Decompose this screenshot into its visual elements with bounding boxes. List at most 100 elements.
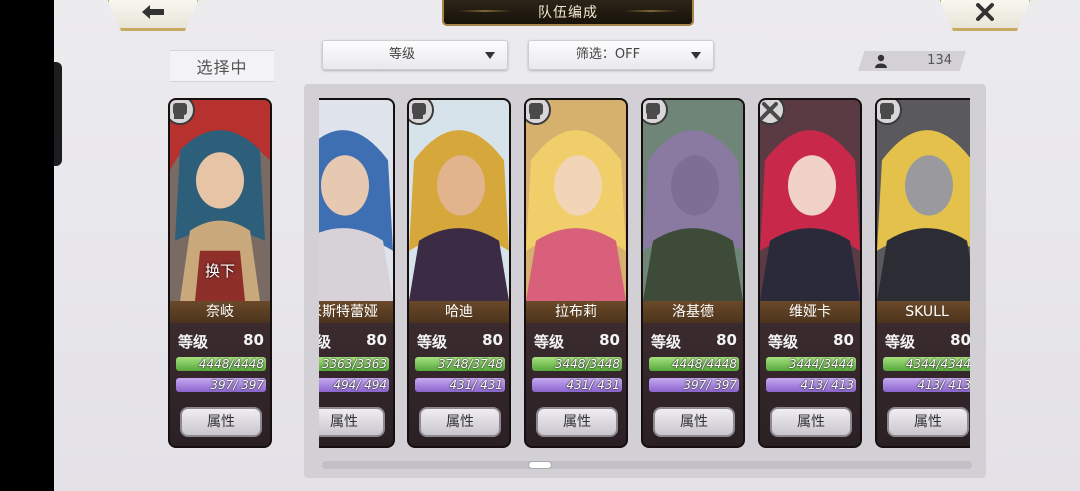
- fist-icon: [409, 100, 434, 125]
- scrollbar-thumb[interactable]: [528, 461, 552, 469]
- attributes-button[interactable]: 属性: [770, 407, 852, 437]
- mp-value: 494/ 494: [333, 378, 387, 392]
- mp-bar: 397/ 397: [176, 378, 266, 392]
- title-plate: 队伍编成: [442, 0, 694, 26]
- hp-value: 3444/3444: [788, 357, 854, 371]
- character-card[interactable]: 拉布莉等级 80 3448/3448 431/ 431 属性: [524, 98, 628, 448]
- character-portrait: [643, 100, 743, 301]
- level-value: 80: [950, 331, 970, 349]
- mp-value: 397/ 397: [683, 378, 737, 392]
- title-ornament-right: [624, 10, 678, 12]
- character-portrait: [877, 100, 970, 301]
- character-stats: 等级 80 3363/3363 494/ 494 属性: [319, 323, 393, 446]
- attributes-button[interactable]: 属性: [887, 407, 969, 437]
- selecting-tab-label: 选择中: [196, 58, 248, 77]
- hp-bar: 4448/4448: [649, 357, 739, 371]
- hp-bar: 3448/3448: [532, 357, 622, 371]
- attributes-button[interactable]: 属性: [180, 407, 262, 437]
- chevron-down-icon: [691, 52, 701, 59]
- level-row: 等级 80: [885, 331, 970, 352]
- character-card[interactable]: 洛基德等级 80 4448/4448 397/ 397 属性: [641, 98, 745, 448]
- character-name: 哈迪: [409, 301, 509, 323]
- character-card[interactable]: 米斯特蕾娅等级 80 3363/3363 494/ 494 属性: [319, 98, 395, 448]
- character-list[interactable]: 米斯特蕾娅等级 80 3363/3363 494/ 494 属性 哈迪等级 80 3748/3…: [319, 84, 970, 464]
- hp-bar: 4344/4344: [883, 357, 970, 371]
- roster-count: 134: [858, 51, 966, 71]
- close-icon: [976, 3, 994, 21]
- level-row: 等级 80: [417, 331, 503, 352]
- character-name: 洛基德: [643, 301, 743, 323]
- selected-character-card[interactable]: 换下 奈岐 等级 80 4448/4448 397/ 397 属性: [168, 98, 272, 448]
- level-label: 等级: [885, 333, 916, 351]
- attributes-button[interactable]: 属性: [419, 407, 501, 437]
- level-value: 80: [366, 331, 387, 349]
- swap-out-label: 换下: [204, 262, 235, 280]
- level-row: 等级 80: [178, 331, 264, 352]
- character-name: 拉布莉: [526, 301, 626, 323]
- level-value: 80: [716, 331, 737, 349]
- mp-bar: 413/ 413: [883, 378, 970, 392]
- sort-dropdown[interactable]: 等级: [322, 40, 508, 70]
- attributes-button[interactable]: 属性: [319, 407, 385, 437]
- mp-bar: 397/ 397: [649, 378, 739, 392]
- character-stats: 等级 80 4448/4448 397/ 397 属性: [170, 323, 270, 446]
- title-ornament-left: [458, 10, 512, 12]
- level-label: 等级: [178, 333, 209, 351]
- back-button[interactable]: [106, 0, 200, 31]
- selecting-tab[interactable]: 选择中: [170, 50, 274, 82]
- attributes-button[interactable]: 属性: [536, 407, 618, 437]
- close-button[interactable]: [938, 0, 1032, 31]
- character-portrait: [319, 100, 393, 301]
- character-stats: 等级 80 4448/4448 397/ 397 属性: [643, 323, 743, 446]
- mp-value: 397/ 397: [210, 378, 264, 392]
- attributes-button[interactable]: 属性: [653, 407, 735, 437]
- hp-value: 3448/3448: [554, 357, 620, 371]
- hp-value: 3748/3748: [437, 357, 503, 371]
- mp-value: 413/ 413: [800, 378, 854, 392]
- filter-dropdown-label: 筛选：OFF: [575, 47, 641, 62]
- character-portrait: [409, 100, 509, 301]
- character-card[interactable]: 维娅卡 等级 80 3444/3444 413/ 413 属性: [758, 98, 862, 448]
- person-icon: [875, 54, 887, 68]
- level-row: 等级 80: [319, 331, 387, 352]
- hp-bar: 3748/3748: [415, 357, 505, 371]
- level-label: 等级: [319, 333, 331, 351]
- game-screen: 队伍编成 选择中 等级 筛选：OFF 134 换下 奈岐 等级 80 4448/…: [54, 0, 1080, 491]
- level-value: 80: [243, 331, 264, 349]
- mp-value: 431/ 431: [449, 378, 503, 392]
- character-name: SKULL: [877, 301, 970, 323]
- side-handle: [54, 62, 62, 166]
- hp-value: 3363/3363: [321, 357, 387, 371]
- fist-icon: [526, 100, 551, 125]
- mp-bar: 431/ 431: [415, 378, 505, 392]
- character-name: 米斯特蕾娅: [319, 301, 393, 323]
- hp-value: 4448/4448: [671, 357, 737, 371]
- character-portrait: [760, 100, 860, 301]
- filter-dropdown[interactable]: 筛选：OFF: [528, 40, 714, 70]
- sort-dropdown-label: 等级: [388, 47, 415, 62]
- chevron-down-icon: [485, 52, 495, 59]
- back-arrow-icon: [142, 5, 164, 19]
- character-card[interactable]: SKULL 等级 80 4344/4344 413/ 413 属性: [875, 98, 970, 448]
- hp-bar: 3363/3363: [319, 357, 389, 371]
- level-label: 等级: [534, 333, 565, 351]
- mp-value: 413/ 413: [917, 378, 970, 392]
- hp-value: 4344/4344: [905, 357, 970, 371]
- sword-icon: [760, 100, 785, 125]
- scrollbar-track[interactable]: [322, 461, 972, 469]
- hp-bar: 3444/3444: [766, 357, 856, 371]
- roster-count-value: 134: [927, 53, 952, 68]
- level-row: 等级 80: [534, 331, 620, 352]
- character-card[interactable]: 哈迪等级 80 3748/3748 431/ 431 属性: [407, 98, 511, 448]
- character-stats: 等级 80 4344/4344 413/ 413 属性: [877, 323, 970, 446]
- level-row: 等级 80: [651, 331, 737, 352]
- mp-value: 431/ 431: [566, 378, 620, 392]
- fist-icon: [877, 100, 902, 125]
- level-label: 等级: [768, 333, 799, 351]
- mp-bar: 431/ 431: [532, 378, 622, 392]
- fist-icon: [170, 100, 195, 125]
- fist-icon: [643, 100, 668, 125]
- character-portrait: [526, 100, 626, 301]
- level-value: 80: [482, 331, 503, 349]
- hp-bar: 4448/4448: [176, 357, 266, 371]
